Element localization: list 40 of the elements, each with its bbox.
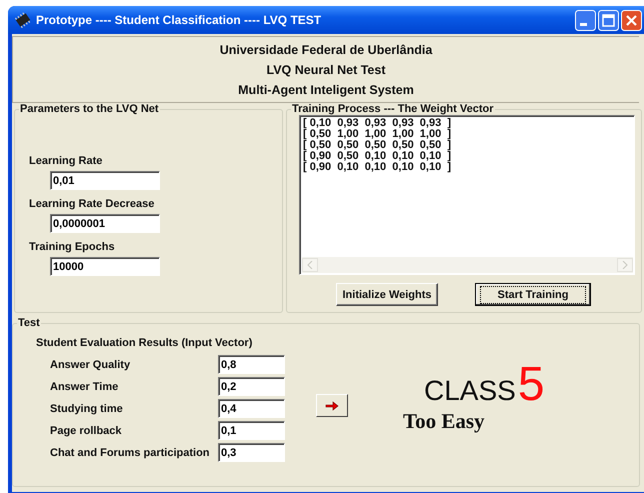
weight-list[interactable]: [ 0,10 0,93 0,93 0,93 0,93 ] [ 0,50 1,00 1,00 1,00 1,00 ] [ 0,50 0,50 0,50 0,50 0,50 ] [ 0,90 0,50 0,10 0,10 0,10 ] [ 0,90 0,10 0,10 0,10 0,10 ]	[299, 115, 635, 275]
field-label: Answer Time	[50, 380, 120, 392]
input-field[interactable]: 0,4	[218, 399, 285, 418]
input-field[interactable]: 0,3	[218, 443, 285, 462]
close-button[interactable]	[621, 10, 642, 30]
input-field[interactable]: 0,8	[218, 355, 285, 374]
group-title: Training Process --- The Weight Vector	[291, 103, 495, 115]
weight-row-text: [ 0,10 0,93 0,93 0,93 0,93 ]	[303, 118, 452, 129]
field-label: Page rollback	[50, 424, 123, 436]
field-label: Learning Rate Decrease	[29, 198, 156, 210]
field-label: Studying time	[50, 402, 124, 414]
class-label: CLASS	[424, 375, 516, 407]
header-text: Multi-Agent Inteligent System	[238, 82, 414, 98]
class-description: Too Easy	[403, 409, 486, 434]
input-field[interactable]: 0,1	[218, 421, 285, 440]
group-title: Parameters to the LVQ Net	[19, 103, 160, 115]
header-text: LVQ Neural Net Test	[266, 62, 386, 78]
group-title: Test	[17, 317, 41, 329]
field-label: Training Epochs	[29, 241, 116, 253]
field-label: Chat and Forums participation	[50, 446, 211, 458]
arrow-icon	[325, 400, 339, 410]
weight-row-text: [ 0,90 0,10 0,10 0,10 0,10 ]	[303, 162, 452, 173]
minimize-button[interactable]	[575, 10, 596, 30]
input-field[interactable]: 10000	[50, 257, 160, 276]
field-label: Answer Quality	[50, 358, 132, 370]
input-field[interactable]: 0,2	[218, 377, 285, 396]
push-button[interactable]: Start Training	[475, 283, 591, 306]
section-subtitle: Student Evaluation Results (Input Vector)	[36, 337, 254, 349]
field-label: Learning Rate	[29, 155, 104, 167]
input-field[interactable]: 0,01	[50, 171, 160, 190]
window-title: Prototype ---- Student Classification ---- LVQ TEST	[36, 13, 322, 27]
classify-button[interactable]	[316, 394, 348, 417]
header-text: Universidade Federal de Uberlândia	[220, 42, 432, 58]
weight-row-text: [ 0,50 0,50 0,50 0,50 0,50 ]	[303, 140, 452, 151]
input-field[interactable]: 0,0000001	[50, 214, 160, 233]
class-number: 5	[518, 361, 545, 409]
weight-row-text: [ 0,90 0,50 0,10 0,10 0,10 ]	[303, 151, 452, 162]
maximize-button[interactable]	[598, 10, 619, 30]
weight-row-text: [ 0,50 1,00 1,00 1,00 1,00 ]	[303, 129, 452, 140]
push-button[interactable]: Initialize Weights	[336, 283, 438, 306]
